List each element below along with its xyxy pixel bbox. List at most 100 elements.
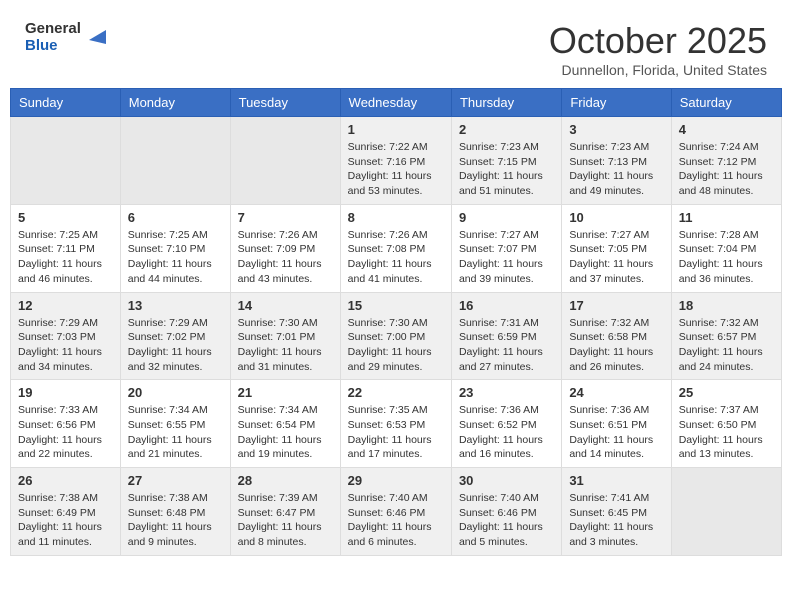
day-info: Sunrise: 7:32 AMSunset: 6:58 PMDaylight:… [569, 316, 663, 375]
day-info: Sunrise: 7:34 AMSunset: 6:55 PMDaylight:… [128, 403, 223, 462]
calendar-row: 5 Sunrise: 7:25 AMSunset: 7:11 PMDaylight… [11, 204, 782, 292]
logo-container: General Blue [25, 20, 106, 55]
day-info: Sunrise: 7:29 AMSunset: 7:02 PMDaylight:… [128, 316, 223, 375]
calendar-cell: 2 Sunrise: 7:23 AMSunset: 7:15 PMDaylight… [451, 117, 561, 205]
calendar-cell: 19Sunrise: 7:33 AMSunset: 6:56 PMDayligh… [11, 380, 121, 468]
day-info: Sunrise: 7:37 AMSunset: 6:50 PMDaylight:… [679, 403, 774, 462]
day-number: 16 [459, 298, 554, 313]
calendar-cell: 12Sunrise: 7:29 AMSunset: 7:03 PMDayligh… [11, 292, 121, 380]
day-info: Sunrise: 7:34 AMSunset: 6:54 PMDaylight:… [238, 403, 333, 462]
calendar-row: 1 Sunrise: 7:22 AMSunset: 7:16 PMDaylight… [11, 117, 782, 205]
title-section: October 2025 Dunnellon, Florida, United … [549, 20, 767, 78]
day-number: 21 [238, 385, 333, 400]
day-number: 8 [348, 210, 444, 225]
calendar-cell: 26 Sunrise: 7:38 AMSunset: 6:49 PMDayligh… [11, 468, 121, 556]
calendar-cell: 4 Sunrise: 7:24 AMSunset: 7:12 PMDaylight… [671, 117, 781, 205]
day-number: 25 [679, 385, 774, 400]
day-number: 23 [459, 385, 554, 400]
calendar-row: 26 Sunrise: 7:38 AMSunset: 6:49 PMDayligh… [11, 468, 782, 556]
day-info: Sunrise: 7:25 AMSunset: 7:11 PMDaylight:… [18, 228, 113, 287]
day-number: 19 [18, 385, 113, 400]
day-info: Sunrise: 7:24 AMSunset: 7:12 PMDaylight:… [679, 140, 774, 199]
calendar-cell: 28 Sunrise: 7:39 AMSunset: 6:47 PMDayligh… [230, 468, 340, 556]
day-number: 4 [679, 122, 774, 137]
calendar-cell: 9 Sunrise: 7:27 AMSunset: 7:07 PMDaylight… [451, 204, 561, 292]
day-number: 7 [238, 210, 333, 225]
day-info: Sunrise: 7:39 AMSunset: 6:47 PMDaylight:… [238, 491, 333, 550]
location: Dunnellon, Florida, United States [549, 62, 767, 78]
day-number: 11 [679, 210, 774, 225]
weekday-header: Tuesday [230, 89, 340, 117]
calendar-cell: 24 Sunrise: 7:36 AMSunset: 6:51 PMDayligh… [562, 380, 671, 468]
day-number: 9 [459, 210, 554, 225]
weekday-header: Wednesday [340, 89, 451, 117]
day-number: 27 [128, 473, 223, 488]
day-info: Sunrise: 7:38 AMSunset: 6:48 PMDaylight:… [128, 491, 223, 550]
day-number: 29 [348, 473, 444, 488]
day-number: 5 [18, 210, 113, 225]
day-info: Sunrise: 7:35 AMSunset: 6:53 PMDaylight:… [348, 403, 444, 462]
calendar-cell: 27 Sunrise: 7:38 AMSunset: 6:48 PMDayligh… [120, 468, 230, 556]
calendar-cell: 22 Sunrise: 7:35 AMSunset: 6:53 PMDayligh… [340, 380, 451, 468]
calendar-cell: 16 Sunrise: 7:31 AMSunset: 6:59 PMDayligh… [451, 292, 561, 380]
calendar-cell: 13 Sunrise: 7:29 AMSunset: 7:02 PMDayligh… [120, 292, 230, 380]
day-info: Sunrise: 7:40 AMSunset: 6:46 PMDaylight:… [459, 491, 554, 550]
day-number: 28 [238, 473, 333, 488]
day-info: Sunrise: 7:38 AMSunset: 6:49 PMDaylight:… [18, 491, 113, 550]
calendar-cell: 25 Sunrise: 7:37 AMSunset: 6:50 PMDayligh… [671, 380, 781, 468]
weekday-header: Thursday [451, 89, 561, 117]
calendar-cell: 3Sunrise: 7:23 AMSunset: 7:13 PMDaylight… [562, 117, 671, 205]
calendar-cell: 14 Sunrise: 7:30 AMSunset: 7:01 PMDayligh… [230, 292, 340, 380]
weekday-header: Saturday [671, 89, 781, 117]
calendar-cell: 11Sunrise: 7:28 AMSunset: 7:04 PMDayligh… [671, 204, 781, 292]
day-number: 13 [128, 298, 223, 313]
day-number: 26 [18, 473, 113, 488]
day-info: Sunrise: 7:41 AMSunset: 6:45 PMDaylight:… [569, 491, 663, 550]
calendar-cell: 8 Sunrise: 7:26 AMSunset: 7:08 PMDaylight… [340, 204, 451, 292]
calendar-cell: 1 Sunrise: 7:22 AMSunset: 7:16 PMDaylight… [340, 117, 451, 205]
day-number: 14 [238, 298, 333, 313]
day-info: Sunrise: 7:23 AMSunset: 7:15 PMDaylight:… [459, 140, 554, 199]
page-header: General Blue October 2025 Dunnellon, Flo… [10, 10, 782, 83]
calendar-cell: 6Sunrise: 7:25 AMSunset: 7:10 PMDaylight… [120, 204, 230, 292]
logo-blue: Blue [25, 37, 81, 54]
weekday-header: Monday [120, 89, 230, 117]
day-number: 2 [459, 122, 554, 137]
weekday-header: Friday [562, 89, 671, 117]
day-info: Sunrise: 7:32 AMSunset: 6:57 PMDaylight:… [679, 316, 774, 375]
day-info: Sunrise: 7:27 AMSunset: 7:07 PMDaylight:… [459, 228, 554, 287]
calendar-cell [230, 117, 340, 205]
day-number: 30 [459, 473, 554, 488]
day-info: Sunrise: 7:27 AMSunset: 7:05 PMDaylight:… [569, 228, 663, 287]
calendar-row: 19Sunrise: 7:33 AMSunset: 6:56 PMDayligh… [11, 380, 782, 468]
day-info: Sunrise: 7:30 AMSunset: 7:01 PMDaylight:… [238, 316, 333, 375]
calendar-row: 12Sunrise: 7:29 AMSunset: 7:03 PMDayligh… [11, 292, 782, 380]
day-number: 18 [679, 298, 774, 313]
day-info: Sunrise: 7:31 AMSunset: 6:59 PMDaylight:… [459, 316, 554, 375]
calendar-cell: 7 Sunrise: 7:26 AMSunset: 7:09 PMDaylight… [230, 204, 340, 292]
day-info: Sunrise: 7:29 AMSunset: 7:03 PMDaylight:… [18, 316, 113, 375]
day-number: 15 [348, 298, 444, 313]
day-number: 10 [569, 210, 663, 225]
day-info: Sunrise: 7:26 AMSunset: 7:09 PMDaylight:… [238, 228, 333, 287]
weekday-header: Sunday [11, 89, 121, 117]
logo-general: General [25, 20, 81, 37]
logo-arrow-icon [84, 22, 106, 44]
day-number: 1 [348, 122, 444, 137]
day-info: Sunrise: 7:26 AMSunset: 7:08 PMDaylight:… [348, 228, 444, 287]
day-info: Sunrise: 7:22 AMSunset: 7:16 PMDaylight:… [348, 140, 444, 199]
day-number: 24 [569, 385, 663, 400]
day-info: Sunrise: 7:30 AMSunset: 7:00 PMDaylight:… [348, 316, 444, 375]
calendar-cell: 17 Sunrise: 7:32 AMSunset: 6:58 PMDayligh… [562, 292, 671, 380]
day-info: Sunrise: 7:36 AMSunset: 6:52 PMDaylight:… [459, 403, 554, 462]
day-number: 17 [569, 298, 663, 313]
day-number: 31 [569, 473, 663, 488]
calendar-cell: 30 Sunrise: 7:40 AMSunset: 6:46 PMDayligh… [451, 468, 561, 556]
day-number: 22 [348, 385, 444, 400]
calendar-cell [671, 468, 781, 556]
calendar-cell: 20Sunrise: 7:34 AMSunset: 6:55 PMDayligh… [120, 380, 230, 468]
calendar-cell [120, 117, 230, 205]
day-info: Sunrise: 7:36 AMSunset: 6:51 PMDaylight:… [569, 403, 663, 462]
calendar-cell: 15 Sunrise: 7:30 AMSunset: 7:00 PMDayligh… [340, 292, 451, 380]
month-title: October 2025 [549, 20, 767, 62]
